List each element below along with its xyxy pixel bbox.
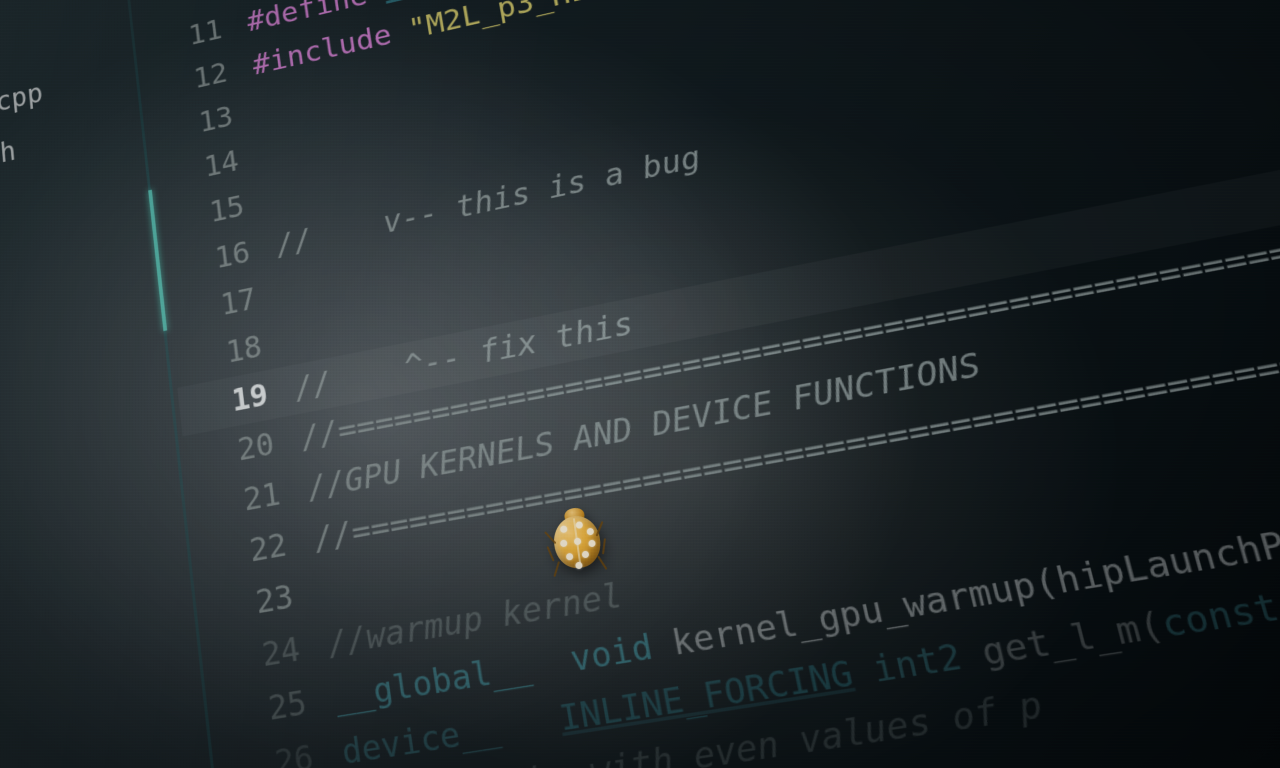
code-token: [496, 698, 563, 749]
code-token: void: [567, 627, 655, 681]
photo-scene: nult.cppnhw.sh 11#define AnMi_FMM_HIP_ke…: [0, 0, 1280, 768]
ladybug-on-screen: [544, 504, 611, 577]
screen-plane: nult.cppnhw.sh 11#define AnMi_FMM_HIP_ke…: [0, 0, 1280, 768]
code-token: int2: [869, 635, 966, 691]
code-editor[interactable]: 11#define AnMi_FMM_HIP_kernel_hpp12#incl…: [138, 0, 1280, 768]
ladybug-leg: [597, 555, 607, 570]
code-token: [527, 640, 574, 687]
ladybug-leg: [553, 561, 560, 577]
ladybug-leg: [602, 538, 606, 554]
ladybug-spot: [575, 562, 583, 570]
